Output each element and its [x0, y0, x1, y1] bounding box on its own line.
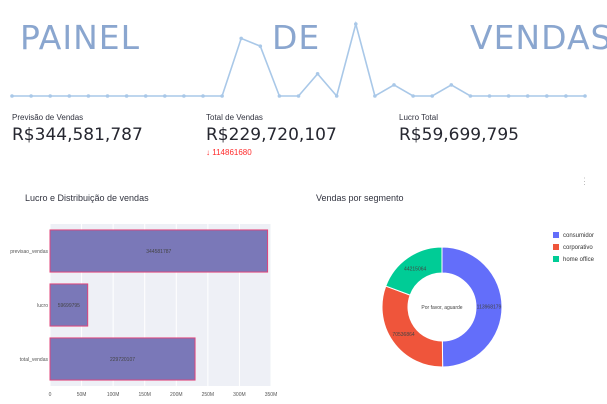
sparkline-point: [67, 94, 72, 98]
sparkline-point: [201, 94, 205, 98]
y-tick-label: previsao_vendas: [10, 249, 48, 255]
donut-chart-title: Vendas por segmento: [316, 193, 404, 203]
sparkline-point: [411, 94, 415, 98]
segment-donut-chart[interactable]: 113968179 70536864 44215064 Por favor, agua…: [300, 205, 607, 404]
legend-item[interactable]: consumidor: [563, 233, 594, 239]
sparkline-point: [124, 94, 129, 98]
bar-value-label: 229720107: [110, 357, 135, 363]
bar-chart-title: Lucro e Distribuição de vendas: [25, 193, 149, 203]
sparkline-point: [258, 44, 263, 48]
sparkline-point: [468, 94, 473, 98]
legend-item[interactable]: corporativo: [563, 245, 593, 251]
donut-center-text: Por favor, aguarde: [421, 305, 462, 311]
sparkline-point: [163, 94, 167, 98]
x-tick-label: 350M: [265, 392, 278, 398]
metric-delta: ↓ 114861680: [206, 148, 337, 157]
metric-total-sales: Total de Vendas R$229,720,107 ↓ 11486168…: [206, 113, 337, 157]
sparkline-point: [449, 83, 454, 87]
title-word-3: VENDAS: [470, 18, 607, 57]
slice-value-label: 70536864: [392, 332, 414, 338]
sparkline-point: [373, 94, 377, 98]
metric-label: Previsão de Vendas: [12, 113, 84, 122]
sparkline-point: [564, 94, 568, 98]
sparkline-point: [182, 94, 186, 98]
metric-delta-value: 114861680: [212, 148, 252, 157]
sparkline-point: [354, 22, 358, 26]
sparkline-point: [315, 72, 320, 76]
y-tick-label: lucro: [37, 303, 48, 309]
sparkline-point: [296, 94, 301, 98]
sparkline-point: [583, 94, 587, 98]
metric-value: R$229,720,107: [206, 125, 337, 145]
sparkline-point: [220, 94, 224, 98]
arrow-down-icon: ↓: [206, 148, 210, 157]
profit-bar-chart[interactable]: 0 50M 100M 150M 200M 250M 300M 350M 344581787 pre…: [0, 210, 290, 404]
sparkline-point: [239, 36, 243, 41]
donut-slice[interactable]: [381, 285, 444, 368]
title-word-1: PAINEL: [20, 18, 141, 57]
sparkline-point: [430, 94, 435, 98]
legend-swatch: [553, 232, 559, 238]
metric-label: Lucro Total: [399, 113, 438, 122]
slice-value-label: 44215064: [404, 266, 426, 272]
x-tick-label: 250M: [202, 392, 215, 398]
metric-value: R$344,581,787: [12, 125, 143, 145]
title-word-2: DE: [272, 18, 321, 57]
metric-value: R$59,699,795: [399, 125, 519, 145]
x-tick-label: 300M: [233, 392, 246, 398]
metric-forecast: Previsão de Vendas R$344,581,787: [12, 113, 143, 145]
sparkline-point: [506, 94, 511, 98]
legend-item[interactable]: home office: [563, 257, 595, 263]
sparkline-point: [86, 94, 91, 98]
x-tick-label: 150M: [138, 392, 151, 398]
sparkline-point: [10, 94, 14, 98]
expand-icon[interactable]: ⋮: [580, 176, 589, 187]
x-tick-label: 100M: [107, 392, 120, 398]
sparkline-point: [545, 94, 549, 98]
bar-value-label: 59699795: [58, 303, 80, 309]
sparkline-point: [487, 94, 492, 98]
sparkline-point: [48, 94, 52, 98]
x-tick-label: 0: [49, 392, 52, 398]
bar-value-label: 344581787: [146, 249, 171, 255]
header-banner: PAINEL DE VENDAS: [0, 0, 607, 112]
metric-label: Total de Vendas: [206, 113, 263, 122]
legend-swatch: [553, 256, 559, 262]
x-tick-label: 50M: [77, 392, 87, 398]
sparkline-point: [143, 94, 148, 98]
sparkline-point: [277, 94, 282, 98]
sparkline-point: [392, 83, 396, 87]
y-tick-label: total_vendas: [20, 357, 49, 363]
slice-value-label: 113968179: [477, 305, 502, 311]
sparkline-point: [29, 94, 33, 98]
sparkline-point: [525, 94, 530, 98]
legend-swatch: [553, 244, 559, 250]
sparkline-point: [105, 94, 110, 98]
x-tick-label: 200M: [170, 392, 183, 398]
sparkline-point: [334, 94, 339, 98]
metric-profit: Lucro Total R$59,699,795: [399, 113, 519, 145]
